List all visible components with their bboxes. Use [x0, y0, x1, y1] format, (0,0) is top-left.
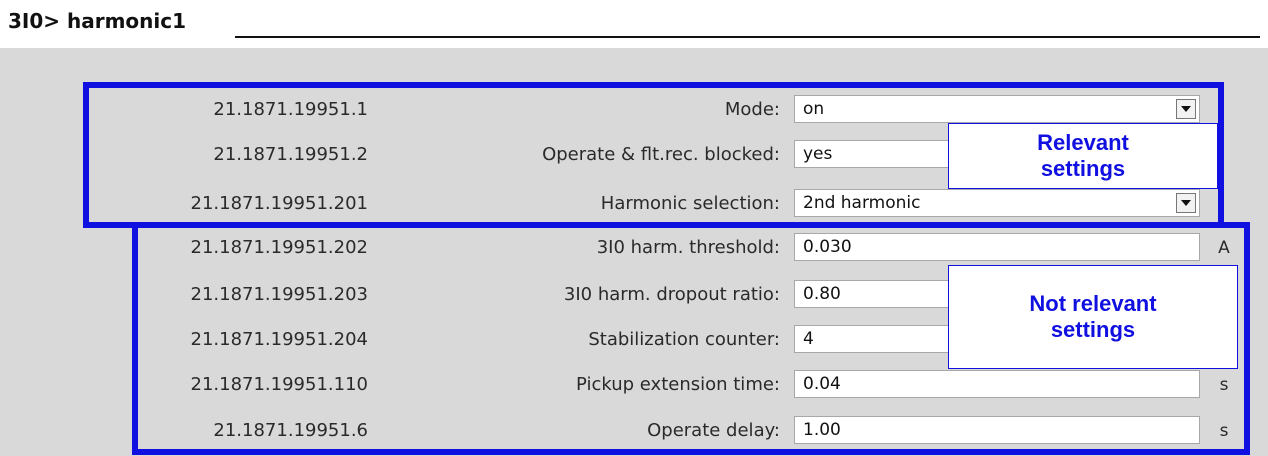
not-relevant-settings-callout: Not relevant settings	[948, 265, 1238, 369]
section-header: 3I0> harmonic1	[0, 0, 1268, 48]
relevant-settings-callout: Relevant settings	[948, 123, 1218, 189]
header-divider	[235, 36, 1260, 38]
section-title: 3I0> harmonic1	[8, 9, 187, 33]
